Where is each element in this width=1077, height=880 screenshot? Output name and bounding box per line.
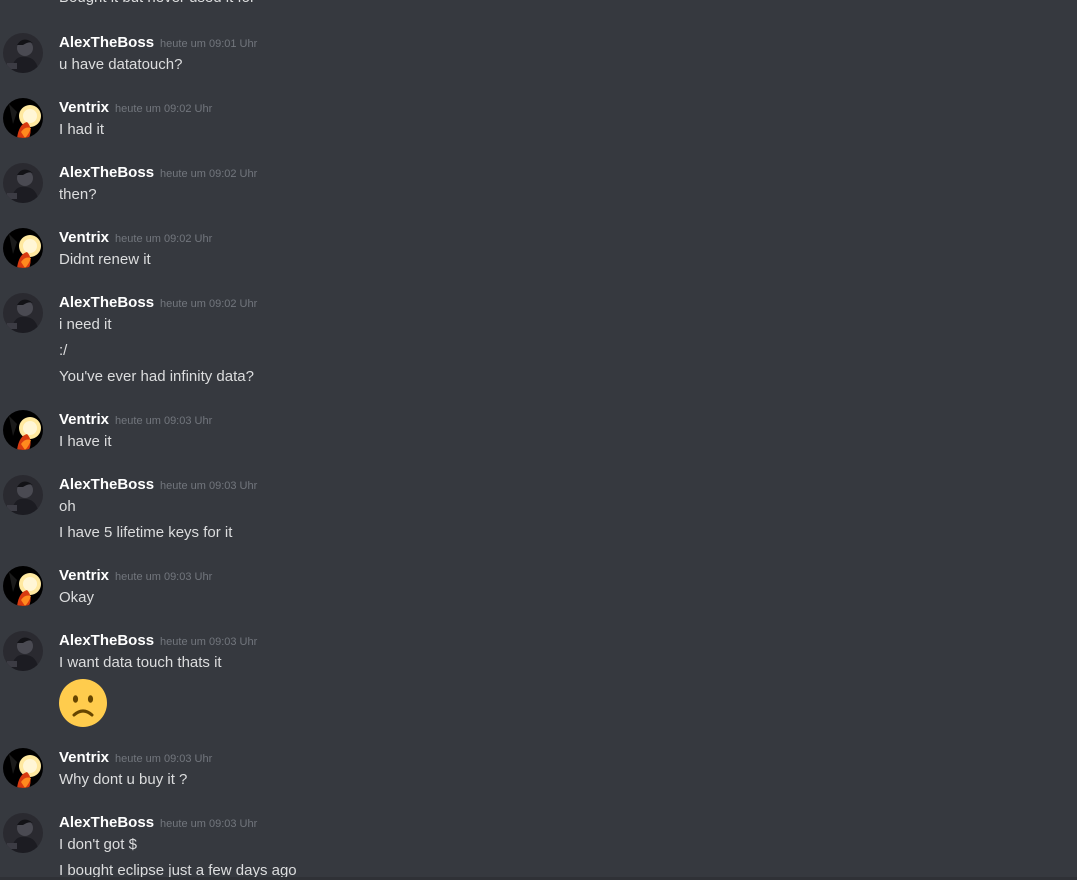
user-avatar-alextheboss[interactable]: [3, 293, 43, 333]
message-header: Ventrix heute um 09:02 Uhr: [59, 98, 212, 118]
message-header: AlexTheBoss heute um 09:03 Uhr: [59, 475, 257, 495]
message-text: oh: [59, 498, 76, 515]
timestamp: heute um 09:03 Uhr: [115, 753, 213, 765]
frowning-face-emoji-icon[interactable]: [59, 679, 107, 727]
user-avatar-ventrix[interactable]: [3, 748, 43, 788]
timestamp: heute um 09:02 Uhr: [115, 103, 213, 115]
message-header: Ventrix heute um 09:03 Uhr: [59, 566, 212, 586]
message-text: u have datatouch?: [59, 56, 183, 73]
message-header: Ventrix heute um 09:03 Uhr: [59, 410, 212, 430]
user-avatar-ventrix[interactable]: [3, 98, 43, 138]
username[interactable]: Ventrix: [59, 229, 109, 246]
username[interactable]: Ventrix: [59, 99, 109, 116]
message-text: I had it: [59, 121, 105, 138]
message-header: AlexTheBoss heute um 09:02 Uhr: [59, 163, 257, 183]
message-text: I want data touch thats it: [59, 654, 222, 671]
username[interactable]: Ventrix: [59, 567, 109, 584]
message-text: Okay: [59, 589, 95, 606]
user-avatar-ventrix[interactable]: [3, 410, 43, 450]
message-text: I have 5 lifetime keys for it: [59, 524, 233, 541]
timestamp: heute um 09:03 Uhr: [160, 636, 258, 648]
user-avatar-alextheboss[interactable]: [3, 163, 43, 203]
user-avatar-alextheboss[interactable]: [3, 631, 43, 671]
username[interactable]: AlexTheBoss: [59, 476, 154, 493]
message-header: Ventrix heute um 09:02 Uhr: [59, 228, 212, 248]
message-header: AlexTheBoss heute um 09:02 Uhr: [59, 293, 257, 313]
message-text: You've ever had infinity data?: [59, 368, 254, 385]
username[interactable]: AlexTheBoss: [59, 34, 154, 51]
message-text: Why dont u buy it ?: [59, 771, 188, 788]
message-text: :/: [59, 342, 68, 359]
user-avatar-alextheboss[interactable]: [3, 813, 43, 853]
user-avatar-alextheboss[interactable]: [3, 475, 43, 515]
username[interactable]: Ventrix: [59, 411, 109, 428]
user-avatar-ventrix[interactable]: [3, 228, 43, 268]
timestamp: heute um 09:01 Uhr: [160, 38, 258, 50]
message-text: i need it: [59, 316, 112, 333]
message-text: I have it: [59, 433, 112, 450]
message-text: I don't got $: [59, 836, 137, 853]
timestamp: heute um 09:03 Uhr: [115, 571, 213, 583]
message-header: AlexTheBoss heute um 09:01 Uhr: [59, 33, 257, 53]
username[interactable]: AlexTheBoss: [59, 164, 154, 181]
username[interactable]: Ventrix: [59, 749, 109, 766]
user-avatar-alextheboss[interactable]: [3, 33, 43, 73]
username[interactable]: AlexTheBoss: [59, 632, 154, 649]
message-header: Ventrix heute um 09:03 Uhr: [59, 748, 212, 768]
timestamp: heute um 09:02 Uhr: [115, 233, 213, 245]
timestamp: heute um 09:02 Uhr: [160, 168, 258, 180]
message-text: Didnt renew it: [59, 251, 151, 268]
timestamp: heute um 09:03 Uhr: [115, 415, 213, 427]
user-avatar-ventrix[interactable]: [3, 566, 43, 606]
message-header: AlexTheBoss heute um 09:03 Uhr: [59, 631, 257, 651]
timestamp: heute um 09:02 Uhr: [160, 298, 258, 310]
timestamp: heute um 09:03 Uhr: [160, 818, 258, 830]
timestamp: heute um 09:03 Uhr: [160, 480, 258, 492]
message-header: AlexTheBoss heute um 09:03 Uhr: [59, 813, 257, 833]
chat-messages: Bought it but never used it for AlexTheB…: [0, 0, 1077, 880]
username[interactable]: AlexTheBoss: [59, 814, 154, 831]
partial-message-line: Bought it but never used it for: [59, 0, 255, 8]
username[interactable]: AlexTheBoss: [59, 294, 154, 311]
message-text: then?: [59, 186, 97, 203]
